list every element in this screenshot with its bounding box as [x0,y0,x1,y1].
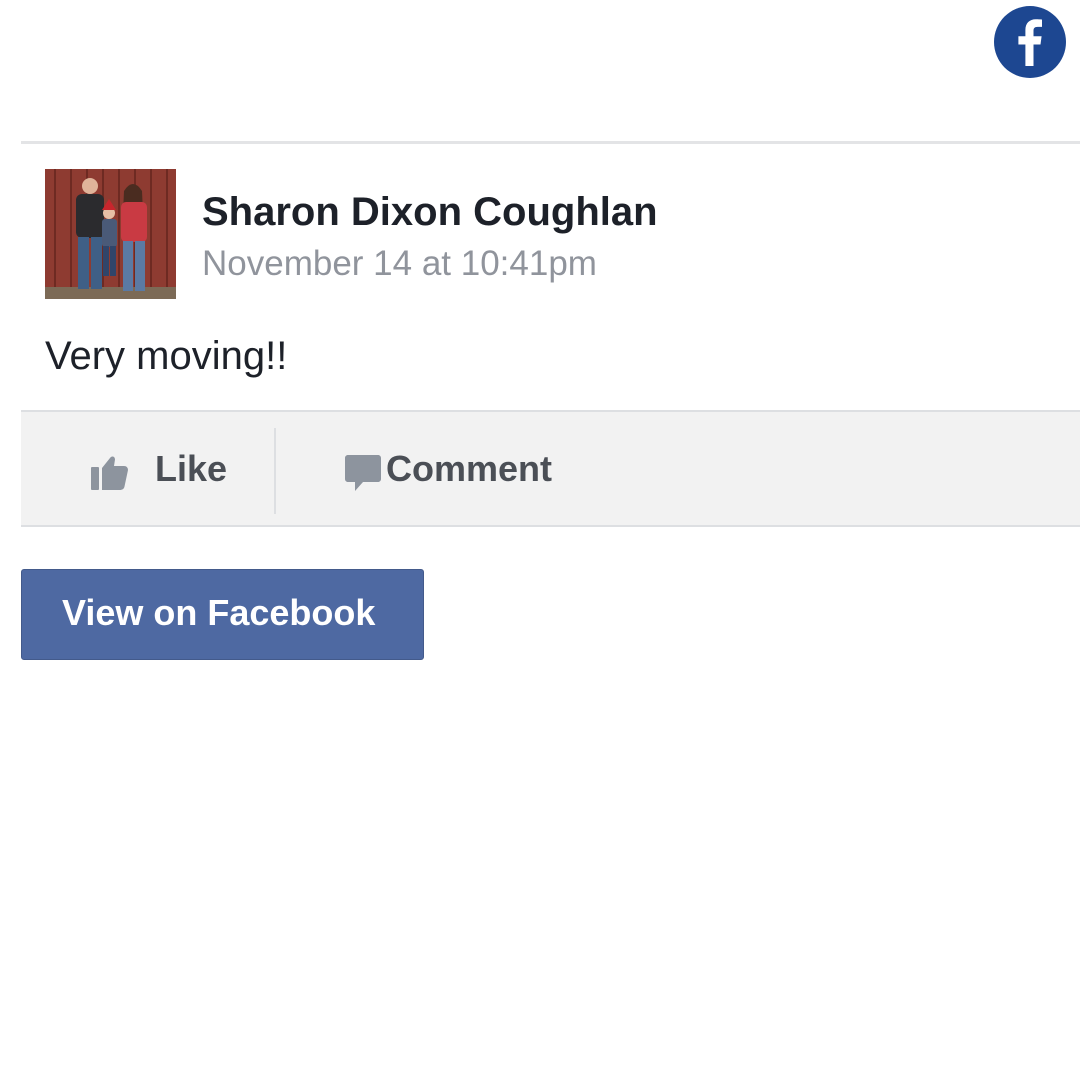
facebook-logo-icon[interactable] [994,6,1066,78]
top-divider [21,141,1080,144]
post-timestamp[interactable]: November 14 at 10:41pm [202,244,597,284]
view-on-facebook-label: View on Facebook [62,592,376,633]
post-text: Very moving!! [45,334,288,378]
avatar[interactable] [45,169,176,299]
family-photo-avatar [45,169,176,299]
facebook-post-embed: Sharon Dixon Coughlan November 14 at 10:… [0,0,1080,1080]
facebook-f-icon [1018,19,1042,66]
thumbs-up-icon [90,452,130,497]
like-button[interactable]: Like [21,412,274,525]
comment-label: Comment [386,448,553,489]
like-label: Like [155,448,228,489]
author-name[interactable]: Sharon Dixon Coughlan [202,190,658,235]
view-on-facebook-button[interactable]: View on Facebook [21,569,424,660]
speech-bubble-icon [343,454,383,499]
post-action-bar: Like Comment [21,410,1080,527]
comment-button[interactable]: Comment [276,412,596,525]
